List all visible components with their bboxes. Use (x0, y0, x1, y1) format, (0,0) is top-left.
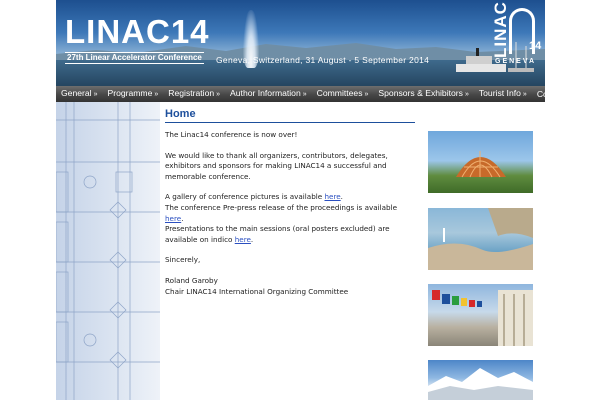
mont-blanc-photo (428, 360, 533, 400)
un-flags-photo (428, 284, 533, 346)
nav-item-programme[interactable]: Programme» (102, 85, 163, 103)
gallery-link[interactable]: here (324, 192, 340, 201)
accelerator-blueprint-image (56, 102, 160, 400)
signer-title: Chair LINAC14 International Organizing C… (165, 286, 349, 296)
geneva-lake-aerial-photo (428, 208, 533, 270)
signer-name: Roland Garoby (165, 275, 218, 285)
nav-arrow-icon: » (216, 91, 221, 98)
nav-arrow-icon: » (364, 91, 369, 98)
blueprint-decoration (56, 102, 160, 400)
page-title: Home (165, 108, 415, 123)
logo-number: 14 (529, 40, 542, 52)
logo-text: LINAC (491, 1, 510, 58)
header-banner: LINAC14 27th Linear Accelerator Conferen… (56, 0, 545, 86)
photo-column (428, 131, 533, 400)
nav-arrow-icon: » (302, 91, 307, 98)
nav-arrow-icon: » (154, 91, 159, 98)
resources-paragraph: A gallery of conference pictures is avai… (165, 192, 398, 244)
nav-item-registration[interactable]: Registration» (163, 85, 225, 103)
linac14-logo[interactable]: LINAC 14 GENEVA (491, 1, 543, 66)
signature-block: Roland Garoby Chair LINAC14 International… (165, 276, 415, 297)
page: LINAC14 27th Linear Accelerator Conferen… (0, 0, 600, 400)
globe-of-science-photo (428, 131, 533, 193)
sincerely-text: Sincerely, (165, 255, 201, 265)
nav-item-general[interactable]: General» (56, 85, 102, 103)
main-content: Home The Linac14 conference is now over!… (165, 108, 415, 398)
logo-city: GENEVA (495, 58, 537, 65)
conference-subtitle: 27th Linear Accelerator Conference (65, 52, 204, 64)
main-navigation: General» Programme» Registration» Author… (56, 85, 566, 103)
nav-item-contact[interactable]: Contact (532, 86, 572, 102)
nav-arrow-icon: » (522, 91, 527, 98)
nav-item-committees[interactable]: Committees» (312, 85, 374, 103)
nav-item-sponsors-exhibitors[interactable]: Sponsors & Exhibitors» (373, 85, 473, 103)
nav-arrow-icon: » (93, 91, 98, 98)
announcement-text: The Linac14 conference is now over! (165, 130, 298, 139)
indico-presentations-link[interactable]: here (235, 235, 251, 244)
proceedings-link[interactable]: here (165, 214, 181, 223)
conference-location-dates: Geneva, Switzerland, 31 August - 5 Septe… (216, 55, 430, 65)
thanks-text: We would like to thank all organizers, c… (165, 150, 388, 181)
conference-title: LINAC14 (65, 13, 210, 50)
nav-item-author-information[interactable]: Author Information» (225, 85, 312, 103)
nav-arrow-icon: » (464, 91, 469, 98)
nav-item-tourist-info[interactable]: Tourist Info» (474, 85, 532, 103)
